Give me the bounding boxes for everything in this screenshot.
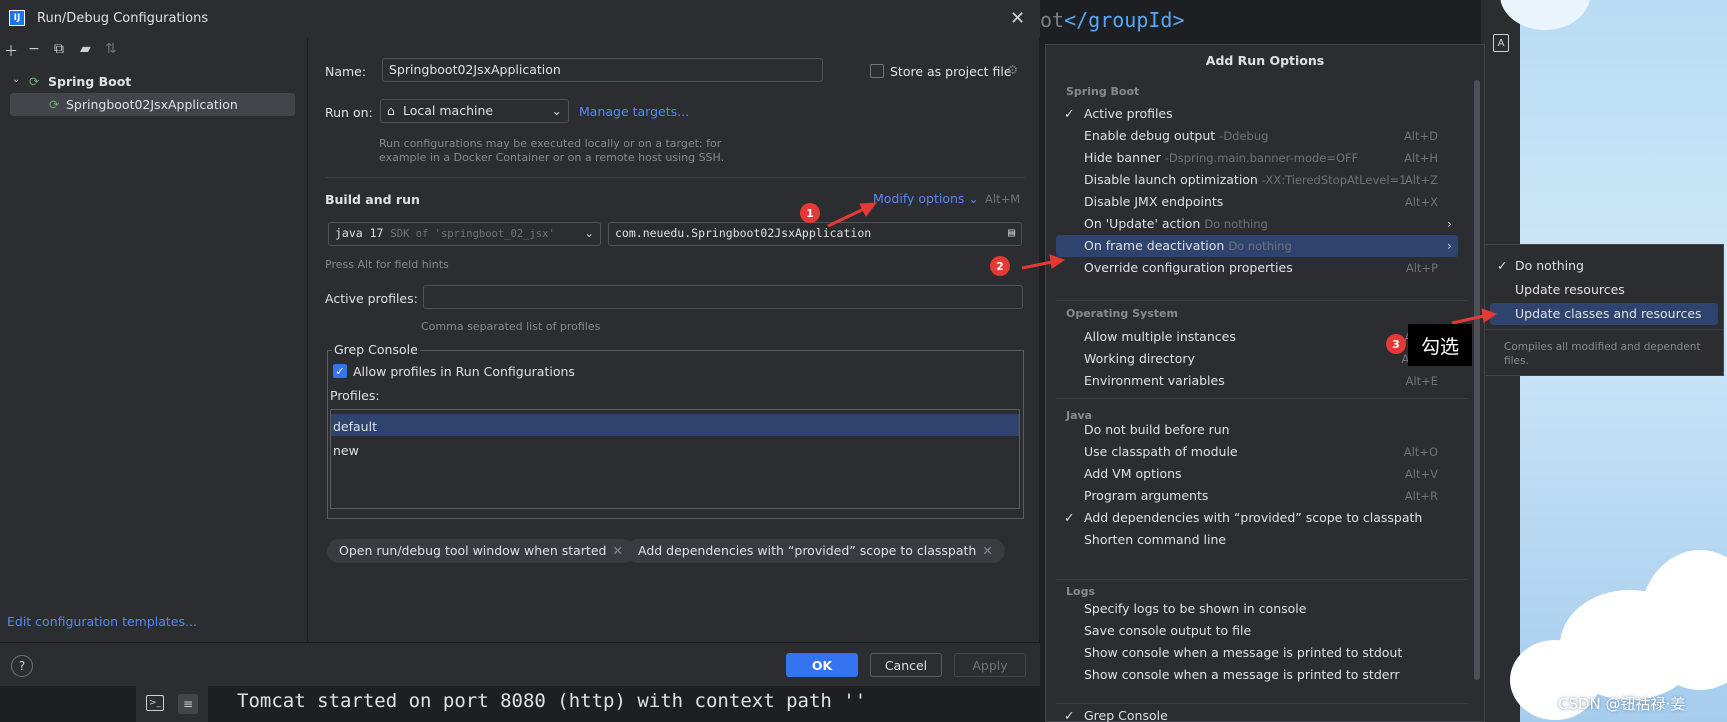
annotation-step-2: 2 [990, 256, 1010, 276]
annotation-step-3: 3 [1386, 334, 1406, 354]
arrow-3 [1451, 314, 1485, 325]
arrow-1-head [859, 202, 878, 217]
arrow-1 [827, 206, 867, 228]
watermark: CSDN @钮祜禄·姜 [1558, 695, 1686, 713]
annotation-step-1: 1 [800, 203, 820, 223]
arrow-2 [1021, 260, 1053, 270]
arrow-3-head [1481, 308, 1498, 323]
annotation-note: 勾选 [1408, 324, 1472, 366]
arrow-2-head [1049, 254, 1066, 269]
